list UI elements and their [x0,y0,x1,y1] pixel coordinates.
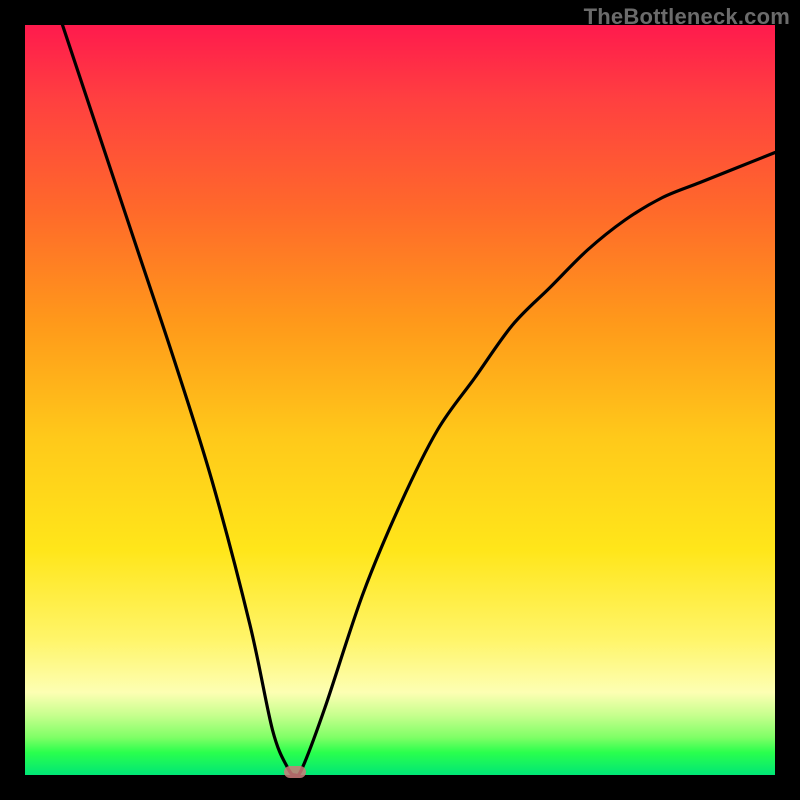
chart-frame [25,25,775,775]
bottleneck-curve [25,25,775,775]
curve-path [63,25,776,775]
watermark-text: TheBottleneck.com [584,4,790,30]
optimal-marker [284,766,306,778]
